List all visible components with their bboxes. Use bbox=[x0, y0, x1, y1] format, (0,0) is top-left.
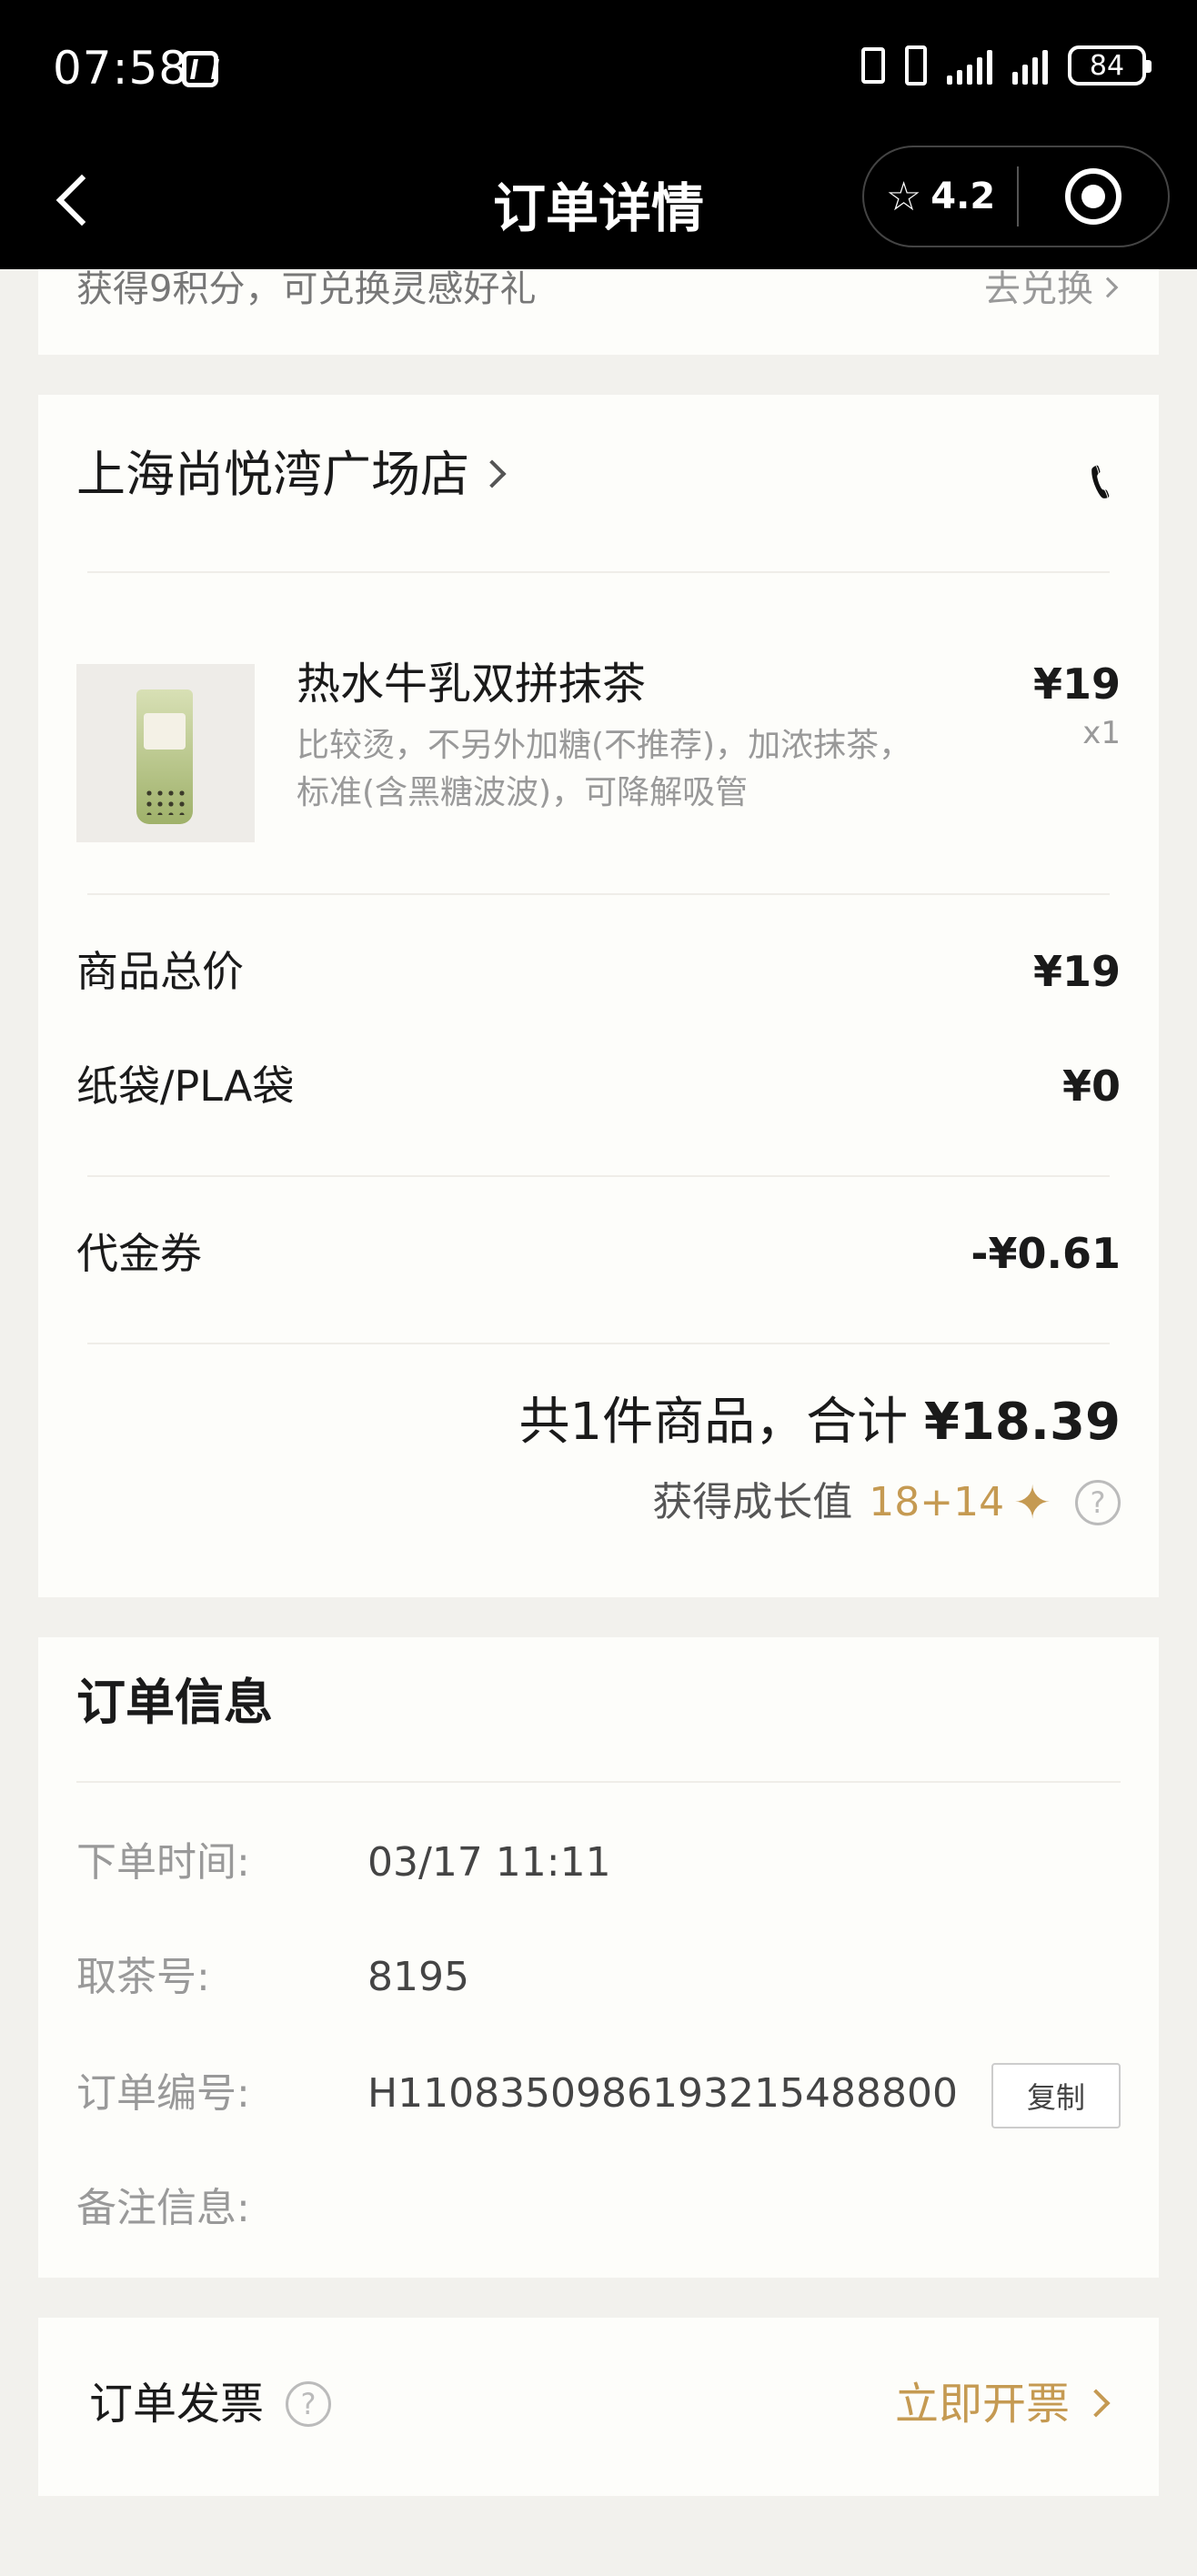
order-time-key: 下单时间: bbox=[76, 1839, 250, 1886]
help-icon[interactable]: ? bbox=[286, 2381, 332, 2427]
status-time: 07:58 bbox=[53, 42, 189, 95]
bag-fee-label: 纸袋/PLA袋 bbox=[76, 1062, 295, 1111]
exchange-link[interactable]: 去兑换 bbox=[984, 268, 1119, 310]
bag-fee-value: ¥0 bbox=[1061, 1062, 1121, 1111]
nfc-icon bbox=[182, 51, 218, 87]
order-info-card: 订单信息 下单时间: 03/17 11:11 取茶号: 8195 订单编号: H… bbox=[38, 1637, 1159, 2278]
total-amount: ¥18.39 bbox=[923, 1393, 1121, 1452]
sparkle-icon: ✦ bbox=[1013, 1476, 1051, 1529]
growth-label: 获得成长值 bbox=[652, 1479, 853, 1525]
points-card: 获得9积分，可兑换灵感好礼 去兑换 bbox=[38, 269, 1159, 355]
product-image bbox=[76, 664, 255, 842]
divider bbox=[87, 1343, 1110, 1344]
order-id-value: H1108350986193215488800 bbox=[367, 2070, 958, 2117]
voucher-label: 代金券 bbox=[76, 1229, 202, 1278]
signal-icon-2 bbox=[1012, 46, 1048, 85]
battery-icon: 84 bbox=[1068, 45, 1152, 86]
target-icon bbox=[1065, 168, 1122, 225]
issue-invoice-link[interactable]: 立即开票 bbox=[894, 2378, 1111, 2430]
status-icons: 84 bbox=[861, 45, 1152, 86]
product-name: 热水牛乳双拼抹茶 bbox=[297, 659, 647, 709]
product-price: ¥19 bbox=[1032, 659, 1121, 709]
order-total: 共1件商品，合计 ¥18.39 bbox=[518, 1394, 1121, 1452]
signal-icon bbox=[947, 46, 992, 85]
product-options: 比较烫，不另外加糖(不推荐)，加浓抹茶，标准(含黑糖波波)，可降解吸管 bbox=[297, 727, 912, 811]
subtotal-label: 商品总价 bbox=[76, 947, 244, 996]
exchange-label: 去兑换 bbox=[984, 268, 1093, 310]
order-card: 上海尚悦湾广场店 📞︎ 热水牛乳双拼抹茶 比较烫，不另外加糖(不推荐)，加浓抹茶… bbox=[38, 395, 1159, 1597]
total-prefix: 共1件商品，合计 bbox=[518, 1393, 909, 1452]
help-icon[interactable]: ? bbox=[1075, 1480, 1121, 1525]
mini-program-capsule: ☆ 4.2 bbox=[862, 146, 1170, 247]
chevron-right-icon bbox=[1097, 277, 1119, 298]
divider bbox=[87, 893, 1110, 895]
pickup-number-key: 取茶号: bbox=[76, 1954, 210, 2000]
cup-illustration bbox=[136, 689, 193, 824]
chevron-right-icon bbox=[1081, 2389, 1111, 2418]
product-quantity: x1 bbox=[1082, 715, 1121, 751]
growth-points: 获得成长值 18+14 ✦ ? bbox=[652, 1477, 1121, 1528]
phone-icon[interactable]: 📞︎ bbox=[1091, 449, 1110, 512]
store-name: 上海尚悦湾广场店 bbox=[76, 446, 469, 503]
order-id-key: 订单编号: bbox=[76, 2070, 250, 2117]
divider bbox=[76, 1781, 1121, 1783]
pickup-number-value: 8195 bbox=[367, 1954, 469, 2000]
info-title: 订单信息 bbox=[76, 1674, 273, 1731]
rating-value: 4.2 bbox=[930, 176, 996, 217]
invoice-label: 订单发票 bbox=[89, 2379, 265, 2430]
invoice-card: 订单发票 ? 立即开票 bbox=[38, 2318, 1159, 2496]
issue-invoice-label: 立即开票 bbox=[894, 2379, 1070, 2430]
status-bar: 07:58 84 bbox=[0, 0, 1197, 146]
bluetooth-battery-icon bbox=[861, 47, 885, 84]
nav-header: 订单详情 ☆ 4.2 bbox=[0, 146, 1197, 269]
top-bar: 07:58 84 订单详情 ☆ 4.2 bbox=[0, 0, 1197, 269]
divider bbox=[87, 1175, 1110, 1177]
remark-key: 备注信息: bbox=[76, 2185, 250, 2231]
rating-button[interactable]: ☆ 4.2 bbox=[864, 174, 1017, 220]
battery-level: 84 bbox=[1089, 49, 1125, 82]
order-time-value: 03/17 11:11 bbox=[367, 1839, 611, 1886]
growth-value: 18+14 bbox=[869, 1479, 1005, 1525]
vibrate-icon bbox=[905, 45, 927, 86]
store-link[interactable]: 上海尚悦湾广场店 bbox=[76, 446, 507, 503]
copy-button[interactable]: 复制 bbox=[991, 2063, 1121, 2128]
close-miniprogram-button[interactable] bbox=[1019, 168, 1168, 225]
divider bbox=[87, 571, 1110, 573]
chevron-right-icon bbox=[478, 459, 507, 488]
invoice-label-group: 订单发票 ? bbox=[89, 2378, 332, 2430]
star-icon: ☆ bbox=[885, 173, 922, 220]
points-text: 获得9积分，可兑换灵感好礼 bbox=[76, 268, 537, 310]
voucher-value: -¥0.61 bbox=[971, 1229, 1121, 1278]
subtotal-value: ¥19 bbox=[1032, 947, 1121, 996]
